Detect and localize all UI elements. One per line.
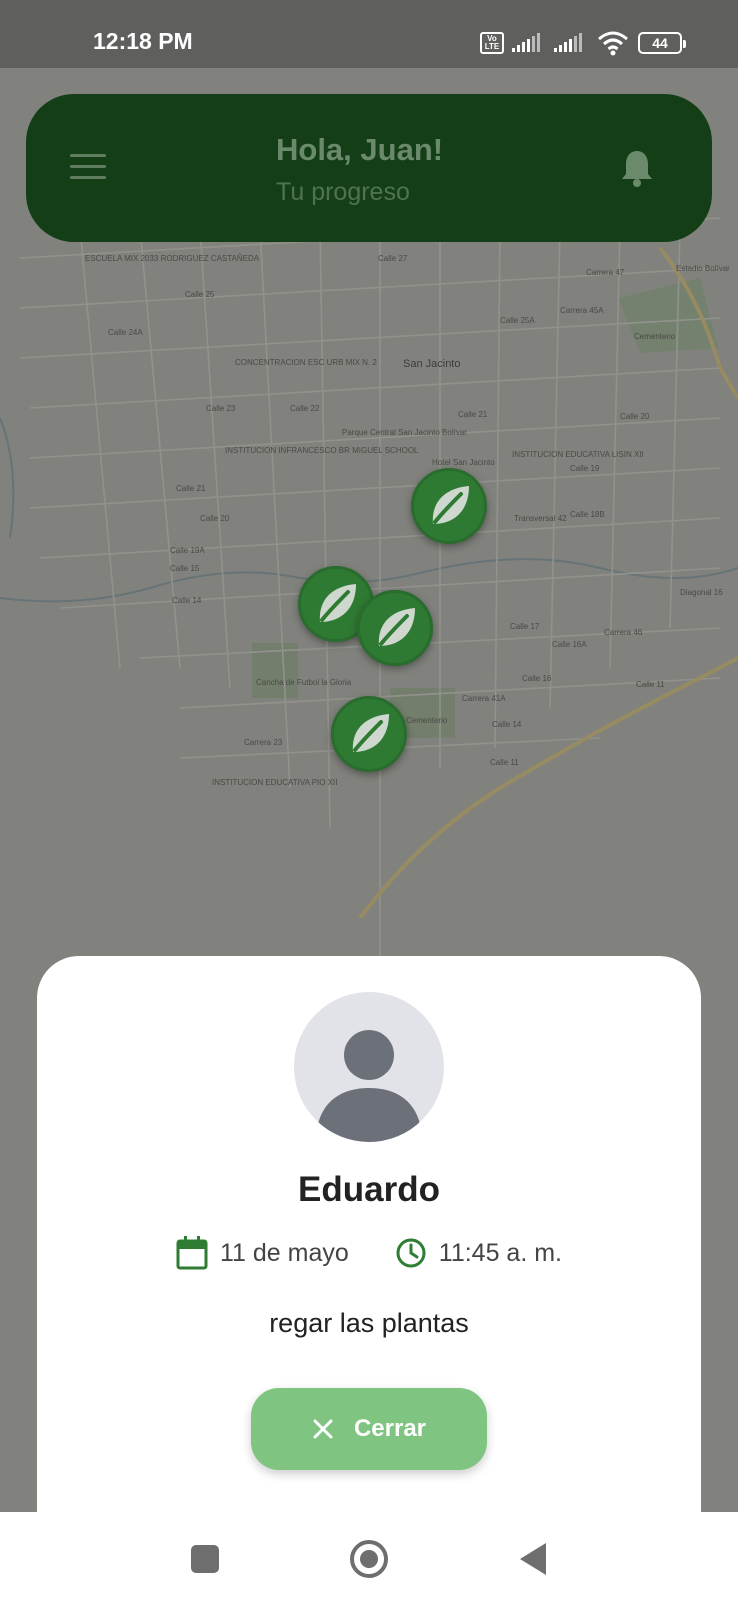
signal-icon-2	[554, 33, 582, 52]
detail-sheet: Eduardo 11 de mayo 11:45 a. m. regar las…	[37, 956, 701, 1512]
battery-icon: 44	[638, 32, 686, 54]
menu-icon[interactable]	[70, 154, 106, 182]
schedule-row: 11 de mayo 11:45 a. m.	[37, 1236, 701, 1270]
person-name: Eduardo	[298, 1170, 440, 1209]
back-button[interactable]	[520, 1543, 546, 1575]
bell-icon[interactable]	[620, 148, 654, 188]
volte-icon: Vo LTE	[480, 32, 504, 54]
leaf-icon	[432, 486, 469, 524]
status-icons: Vo LTE 44	[480, 30, 686, 56]
recents-button[interactable]	[191, 1545, 219, 1573]
person-icon	[316, 1030, 422, 1142]
plant-marker[interactable]	[331, 696, 407, 772]
leaf-icon	[378, 608, 415, 646]
date-text: 11 de mayo	[219, 1238, 349, 1267]
plant-marker[interactable]	[411, 468, 487, 544]
date-item: 11 de mayo	[176, 1236, 349, 1270]
close-label: Cerrar	[353, 1415, 427, 1442]
avatar	[294, 992, 444, 1142]
calendar-icon	[176, 1236, 208, 1270]
close-button[interactable]: Cerrar	[251, 1388, 487, 1470]
greeting-title: Hola, Juan!	[276, 132, 444, 167]
status-bar: 12:18 PM Vo LTE 44	[0, 0, 738, 68]
leaf-icon	[352, 714, 389, 752]
status-time: 12:18 PM	[93, 28, 193, 54]
clock-icon	[396, 1238, 426, 1268]
header-card: Hola, Juan! Tu progreso	[26, 94, 712, 242]
task-description: regar las plantas	[269, 1308, 469, 1338]
system-nav-bar	[0, 1512, 738, 1600]
time-text: 11:45 a. m.	[438, 1238, 562, 1267]
leaf-icon	[319, 584, 356, 622]
home-button[interactable]	[350, 1540, 388, 1578]
time-item: 11:45 a. m.	[395, 1237, 562, 1269]
close-icon	[313, 1419, 333, 1439]
progress-subtitle[interactable]: Tu progreso	[276, 178, 410, 207]
wifi-icon	[598, 31, 628, 56]
signal-icon	[512, 33, 540, 52]
plant-marker[interactable]	[357, 590, 433, 666]
